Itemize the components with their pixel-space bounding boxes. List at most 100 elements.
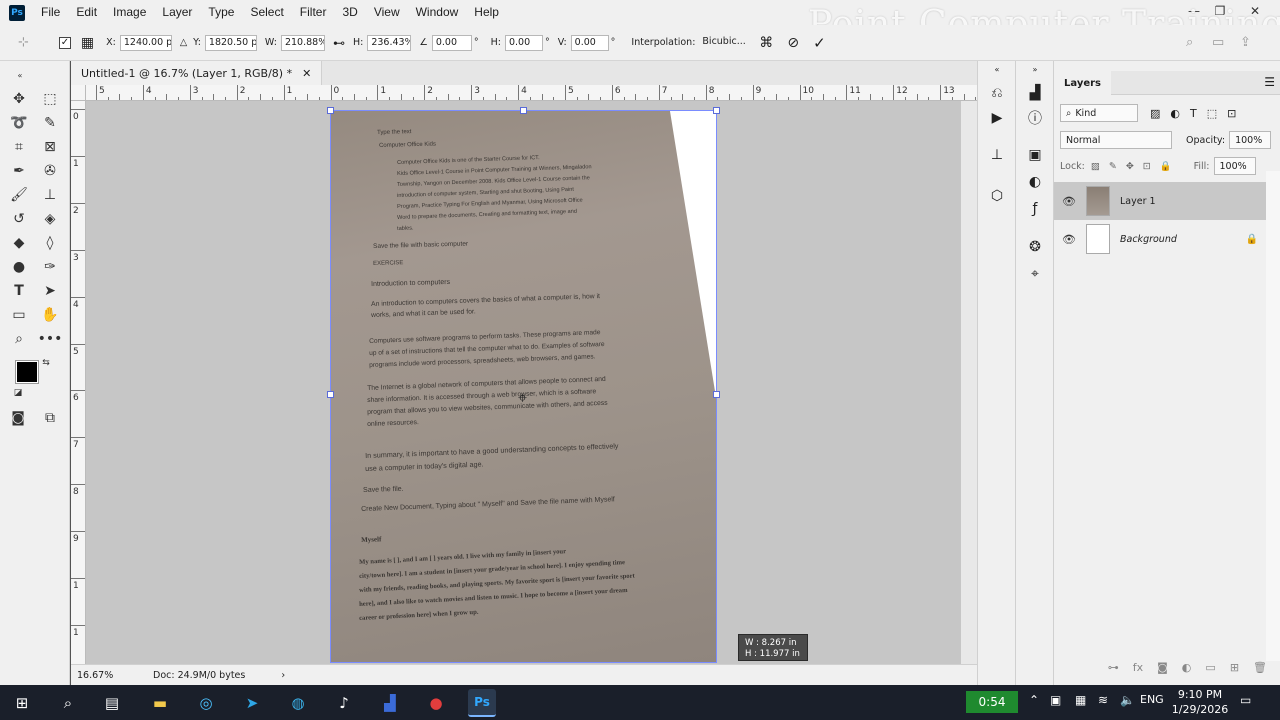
strip2-collapse-icon[interactable]: » [1025, 59, 1045, 79]
link-proportions-icon[interactable]: ⊷ [333, 36, 345, 50]
foreground-color-swatch[interactable] [15, 360, 39, 384]
taskbar-search-icon[interactable]: ⌕ [54, 689, 82, 717]
delete-layer-icon[interactable]: 🗑 [1253, 661, 1267, 681]
interpolation-dropdown[interactable]: Bicubic... [699, 35, 751, 51]
menu-type[interactable]: Type [200, 0, 242, 25]
move-tool-preset-icon[interactable]: ⊹ [18, 35, 29, 50]
panel-menu-icon[interactable]: ☰ [1264, 75, 1275, 89]
filter-adjustment-icon[interactable]: ◐ [1170, 107, 1180, 120]
edge-icon[interactable]: ◍ [284, 689, 312, 717]
restore-button[interactable]: ❐ [1205, 0, 1235, 22]
add-mask-icon[interactable]: ◙ [1157, 661, 1168, 681]
visibility-eye-icon[interactable]: 👁 [1062, 233, 1078, 246]
telegram-icon[interactable]: ➤ [238, 689, 266, 717]
chrome-icon[interactable]: ◎ [192, 689, 220, 717]
menu-file[interactable]: File [33, 0, 68, 25]
share-icon[interactable]: ⇪ [1240, 35, 1251, 50]
vertical-skew-field[interactable]: 0.00 [570, 34, 609, 51]
type-tool-icon[interactable]: T [7, 279, 31, 303]
background-layer-name[interactable]: Background [1120, 234, 1177, 245]
tray-app-icon[interactable]: ▣ [1050, 693, 1061, 707]
close-window-button[interactable]: ✕ [1240, 0, 1270, 22]
photoshop-logo[interactable]: Ps [9, 4, 25, 21]
pen-tool-icon[interactable]: ✑ [38, 255, 62, 279]
new-layer-icon[interactable]: ⊞ [1230, 661, 1239, 681]
stamp-tool-icon[interactable]: ⊥ [38, 183, 62, 207]
status-menu-arrow-icon[interactable]: › [281, 670, 285, 681]
new-group-icon[interactable]: ▭ [1205, 661, 1215, 681]
start-windows-icon[interactable]: ⊞ [8, 689, 36, 717]
vertical-ruler[interactable]: 0 1 2 3 4 5 6 7 8 9 1 1 [71, 101, 86, 664]
reference-point-grid-icon[interactable]: ▦ [81, 35, 94, 51]
dodge-tool-icon[interactable]: ● [7, 255, 31, 279]
warp-mode-icon[interactable]: ⌘ [759, 35, 773, 51]
rotate-field[interactable]: 0.00 [431, 34, 472, 51]
handle-top-left[interactable] [327, 107, 334, 114]
relative-position-icon[interactable]: △ [180, 37, 187, 48]
canvas-vertical-scrollbar[interactable] [961, 101, 977, 664]
canvas-area[interactable]: Type the text Computer Office Kids Compu… [86, 101, 961, 664]
eraser-tool-icon[interactable]: ◈ [38, 207, 62, 231]
width-field[interactable]: 210.88% [280, 34, 325, 51]
lock-position-icon[interactable]: ✥ [1126, 161, 1134, 172]
filter-shape-icon[interactable]: ⬚ [1207, 107, 1217, 120]
filter-type-icon[interactable]: T [1190, 107, 1197, 120]
layers-scrollbar[interactable] [1266, 171, 1280, 661]
move-tool-icon[interactable]: ✥ [7, 87, 31, 111]
recorder-icon[interactable]: ● [422, 689, 450, 717]
notifications-icon[interactable]: ▭ [1240, 693, 1251, 707]
rectangle-tool-icon[interactable]: ▭ [7, 303, 31, 327]
y-position-field[interactable]: 1820.50 p: [204, 34, 257, 51]
path-select-tool-icon[interactable]: ➤ [38, 279, 62, 303]
channels-panel-icon[interactable]: ❂ [1025, 237, 1045, 257]
menu-layer[interactable]: Layer [154, 0, 200, 25]
menu-view[interactable]: View [366, 0, 408, 25]
tiktok-icon[interactable]: ♪ [330, 689, 358, 717]
lock-all-icon[interactable]: 🔒 [1160, 161, 1172, 172]
3d-panel-icon[interactable]: ⬡ [987, 186, 1007, 206]
height-field[interactable]: 236.43% [367, 34, 412, 51]
photoshop-taskbar-icon[interactable]: Ps [468, 689, 496, 717]
layers-tab[interactable]: Layers [1054, 71, 1111, 95]
handle-right[interactable] [713, 391, 720, 398]
history-panel-icon[interactable]: ⎌ [987, 83, 1007, 103]
eyedropper-tool-icon[interactable]: ✒ [7, 159, 31, 183]
handle-top-right[interactable] [713, 107, 720, 114]
frame-tool-icon[interactable]: ⊠ [38, 135, 62, 159]
layer1-name[interactable]: Layer 1 [1120, 196, 1156, 207]
paint-bucket-tool-icon[interactable]: ◆ [7, 231, 31, 255]
healing-tool-icon[interactable]: ✇ [38, 159, 62, 183]
system-clock[interactable]: 9:10 PM 1/29/2026 [1170, 687, 1230, 717]
filter-pixel-icon[interactable]: ▨ [1150, 107, 1160, 120]
x-position-field[interactable]: 1240.00 p: [119, 34, 172, 51]
lasso-tool-icon[interactable]: ➰ [7, 111, 31, 135]
zoom-tool-icon[interactable]: ⌕ [7, 327, 31, 351]
more-tools-icon[interactable]: ••• [38, 327, 63, 351]
lock-transparent-icon[interactable]: ▨ [1091, 161, 1100, 172]
brushes-panel-icon[interactable]: ⊥ [987, 145, 1007, 165]
tray-expand-icon[interactable]: ⌃ [1029, 693, 1039, 707]
handle-left[interactable] [327, 391, 334, 398]
quick-mask-icon[interactable]: ◙ [6, 406, 30, 430]
lock-artboard-icon[interactable]: ⊡ [1143, 161, 1151, 172]
workspace-icon[interactable]: ▭ [1212, 35, 1224, 50]
opacity-field[interactable]: 100% [1229, 131, 1272, 149]
volume-icon[interactable]: 🔈 [1120, 693, 1135, 707]
swap-colors-icon[interactable]: ⇆ [40, 357, 52, 369]
search-icon[interactable]: ⌕ [1186, 35, 1193, 50]
layer-row-layer1[interactable]: 👁 Layer 1 [1054, 182, 1266, 220]
actions-panel-icon[interactable]: ▶ [987, 108, 1007, 128]
blend-mode-dropdown[interactable]: Normal [1060, 131, 1172, 149]
styles-panel-icon[interactable]: ƒ [1025, 199, 1045, 219]
language-indicator[interactable]: ENG [1140, 693, 1164, 706]
default-colors-icon[interactable]: ◪ [12, 387, 24, 399]
menu-window[interactable]: Window [408, 0, 467, 25]
menu-3d[interactable]: 3D [334, 0, 365, 25]
paths-panel-icon[interactable]: ⌖ [1025, 264, 1045, 284]
menu-help[interactable]: Help [466, 0, 507, 25]
filter-kind-dropdown[interactable]: ⌕ Kind [1060, 104, 1138, 122]
quick-select-tool-icon[interactable]: ✎ [38, 111, 62, 135]
commit-transform-icon[interactable]: ✓ [813, 34, 826, 52]
hand-tool-icon[interactable]: ✋ [38, 303, 62, 327]
screen-mode-icon[interactable]: ⧉ [38, 406, 62, 430]
